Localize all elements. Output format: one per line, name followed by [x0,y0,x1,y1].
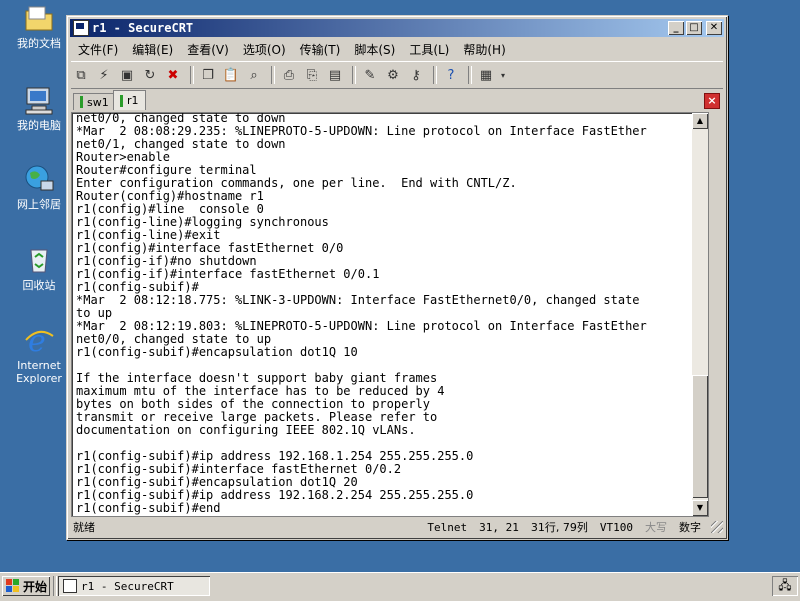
print-setup-icon[interactable]: ▤ [325,66,345,84]
desktop-icon-network-places[interactable]: 网上邻居 [6,163,72,211]
session-status-icon [80,96,83,108]
toolbar-dropdown-icon[interactable]: ▾ [499,66,507,84]
status-emulation: VT100 [599,520,633,534]
securecrt-window: r1 - SecureCRT _ □ ✕ 文件(F) 编辑(E) 查看(V) 选… [66,15,728,540]
toolbar-separator [271,66,275,84]
system-tray: 🖧 [772,576,798,596]
reconnect-icon[interactable]: ↻ [140,66,160,84]
title-bar[interactable]: r1 - SecureCRT _ □ ✕ [70,19,724,37]
maximize-button[interactable]: □ [686,21,702,35]
status-bar: 就绪 Telnet 31, 21 31行, 79列 VT100 大写 数字 [71,518,723,536]
securecrt-app-icon[interactable] [73,20,89,36]
internet-explorer-icon: e [23,324,55,359]
scroll-up-icon[interactable]: ▲ [692,113,708,129]
session-status-icon [120,94,123,107]
tab-r1[interactable]: r1 [113,90,146,110]
resize-grip[interactable] [711,521,723,533]
start-button[interactable]: 开始 [2,576,50,596]
close-tab-icon[interactable]: × [704,93,720,109]
paste-icon[interactable]: 📋 [221,66,241,84]
network-tray-icon[interactable]: 🖧 [778,576,791,597]
minimize-button[interactable]: _ [668,21,684,35]
folder-icon [23,2,55,34]
connect-in-tab-icon[interactable]: ▣ [117,66,137,84]
help-icon[interactable]: ? [441,66,461,84]
connect-icon[interactable]: ⧉ [71,66,91,84]
terminal-line: r1(config-subif)#end [76,501,221,515]
scroll-down-icon[interactable]: ▼ [692,500,708,516]
find-icon[interactable]: ⌕ [244,66,264,84]
toolbar-separator [468,66,472,84]
window-title: r1 - SecureCRT [92,21,194,35]
menu-bar: 文件(F) 编辑(E) 查看(V) 选项(O) 传输(T) 脚本(S) 工具(L… [71,39,723,59]
network-globe-icon [23,163,55,195]
keymap-icon[interactable]: ⚷ [406,66,426,84]
recycle-bin-icon [23,244,55,276]
terminal-line: *Mar 2 08:12:18.775: %LINK-3-UPDOWN: Int… [76,293,640,307]
disconnect-icon[interactable]: ✖ [163,66,183,84]
menu-transfer[interactable]: 传输(T) [293,41,348,58]
global-options-icon[interactable]: ⚙ [383,66,403,84]
menu-edit[interactable]: 编辑(E) [125,41,180,58]
menu-file[interactable]: 文件(F) [71,41,125,58]
taskbar-item-securecrt[interactable]: r1 - SecureCRT [58,576,210,596]
menu-tools[interactable]: 工具(L) [402,41,456,58]
desktop-icon-my-computer[interactable]: 我的电脑 [6,84,72,132]
session-tabs: sw1 r1 × [71,90,723,110]
terminal-output[interactable]: net0/0, changed state to down *Mar 2 08:0… [76,113,647,515]
scroll-thumb[interactable] [692,375,708,498]
quick-connect-icon[interactable]: ⚡ [94,66,114,84]
menu-help[interactable]: 帮助(H) [456,41,512,58]
status-protocol: Telnet [427,520,468,534]
toolbar-separator [352,66,356,84]
computer-icon [23,84,55,116]
terminal-line: documentation on configuring IEEE 802.1Q… [76,423,416,437]
desktop-icon-internet-explorer[interactable]: e Internet Explorer [6,324,72,385]
menu-script[interactable]: 脚本(S) [347,41,402,58]
menu-view[interactable]: 查看(V) [180,41,236,58]
session-options-icon[interactable]: ✎ [360,66,380,84]
menu-options[interactable]: 选项(O) [236,41,293,58]
toolbar-separator [433,66,437,84]
print-selection-icon[interactable]: ⎘ [302,66,322,84]
status-caps: 大写 [645,521,667,534]
sftp-icon[interactable]: ▦ [476,66,496,84]
terminal-area[interactable]: net0/0, changed state to down *Mar 2 08:0… [71,112,709,517]
status-num: 数字 [679,521,701,534]
vertical-scrollbar[interactable]: ▲ ▼ [692,113,708,516]
toolbar: ⧉ ⚡ ▣ ↻ ✖ ❐ 📋 ⌕ ⎙ ⎘ ▤ ✎ ⚙ ⚷ ? ▦ ▾ [71,61,723,89]
toolbar-separator [190,66,194,84]
status-size: 31行, 79列 [530,521,588,534]
status-ready: 就绪 [73,521,95,534]
copy-icon[interactable]: ❐ [198,66,218,84]
svg-text:e: e [28,324,46,356]
tab-sw1[interactable]: sw1 [73,93,116,110]
status-cursor-position: 31, 21 [479,520,519,534]
desktop-icon-recycle-bin[interactable]: 回收站 [6,244,72,292]
desktop-icon-my-documents[interactable]: 我的文档 [6,2,72,50]
close-button[interactable]: ✕ [706,21,722,35]
terminal-line: r1(config-subif)#encapsulation dot1Q 10 [76,345,358,359]
taskbar: 开始 r1 - SecureCRT 🖧 [0,572,800,601]
securecrt-app-icon [63,579,77,593]
taskbar-separator [53,576,57,596]
print-icon[interactable]: ⎙ [279,66,299,84]
windows-logo-icon [6,579,20,593]
